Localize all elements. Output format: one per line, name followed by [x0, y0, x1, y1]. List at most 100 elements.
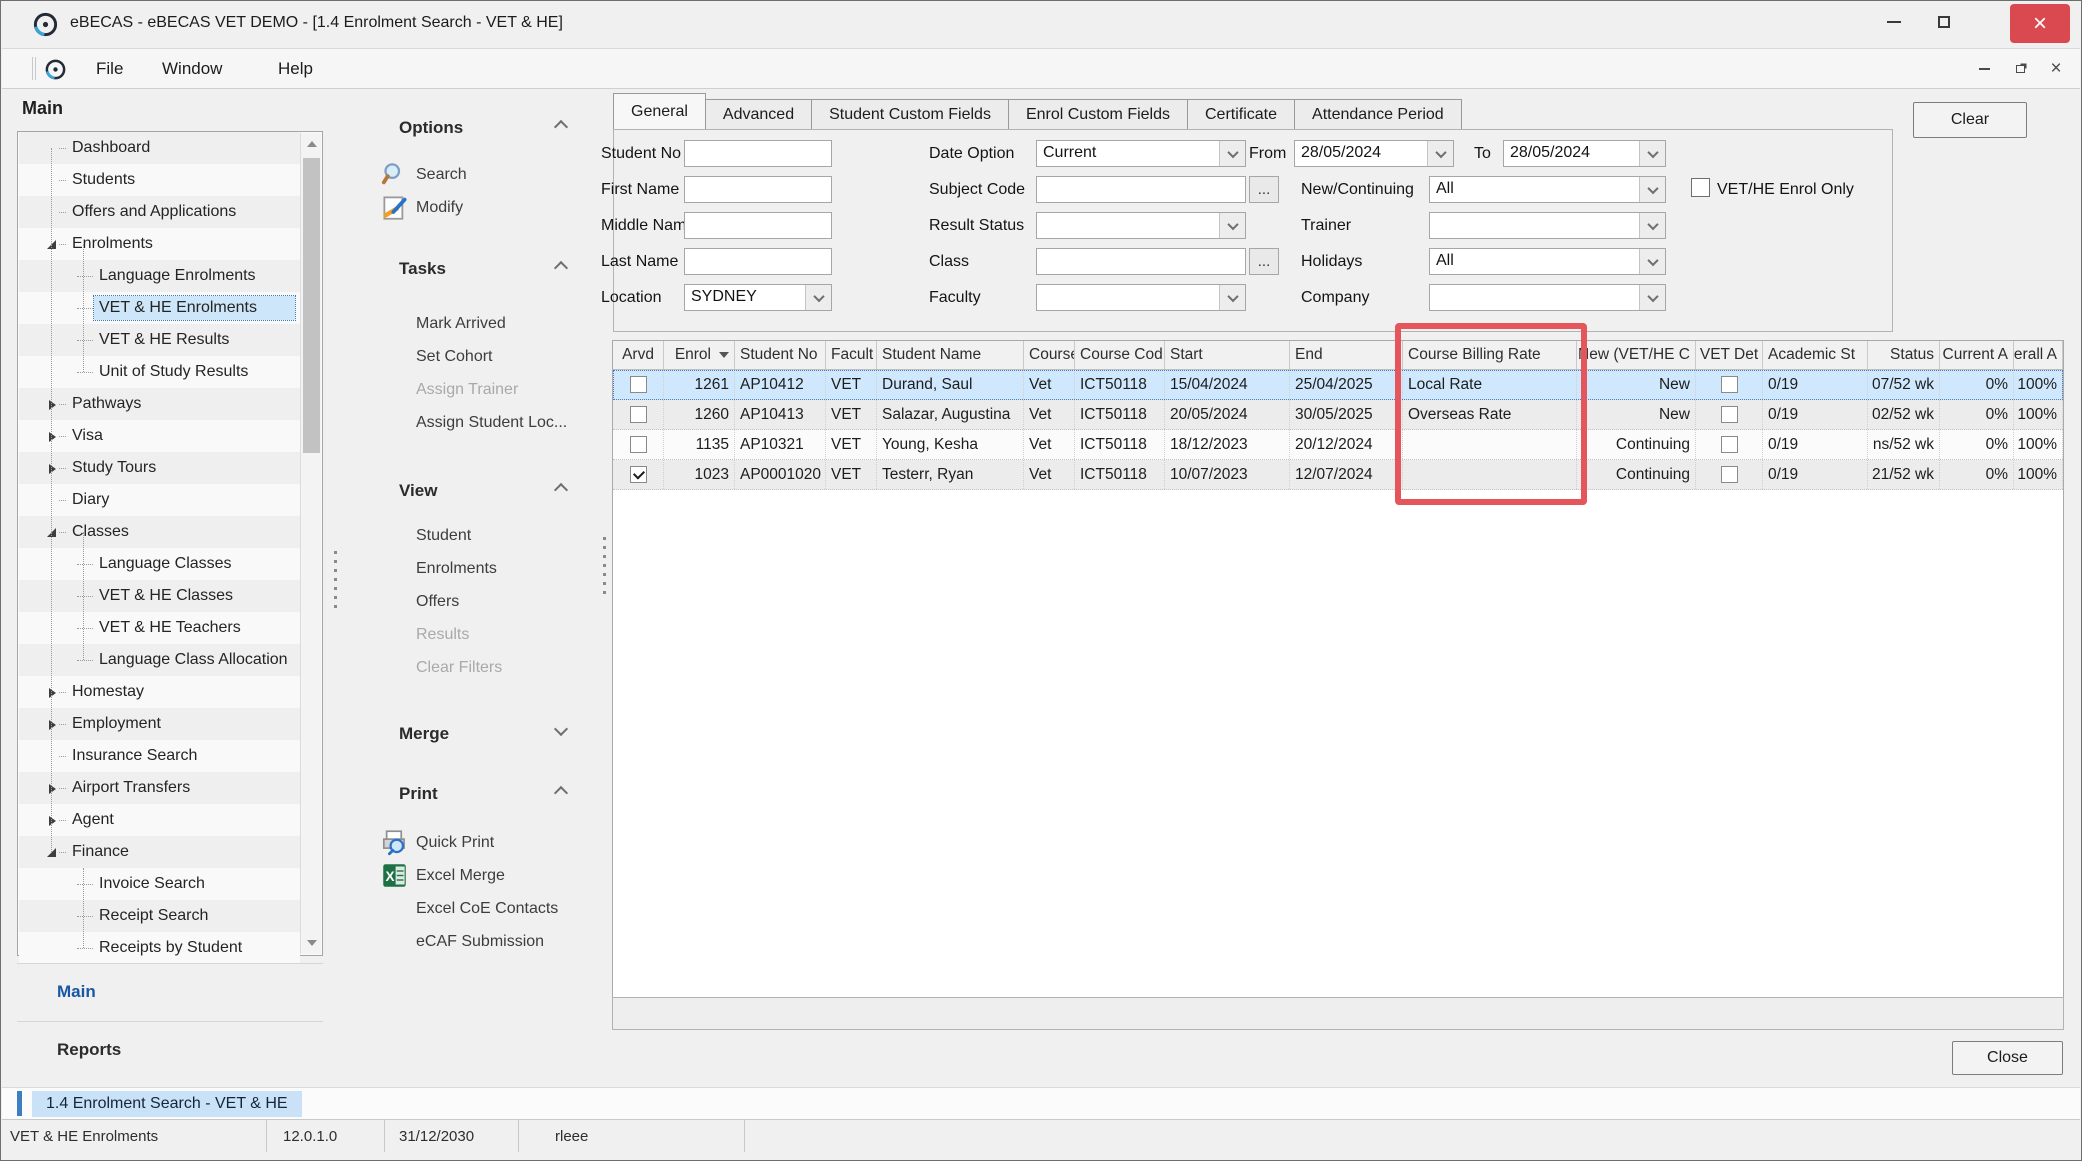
first-name-input[interactable] [684, 176, 832, 203]
table-row[interactable]: 1135 AP10321 VET Young, Kesha Vet ICT501… [613, 430, 2063, 460]
col-current-att[interactable]: Current A [1940, 341, 2014, 369]
col-academic-status[interactable]: Academic St [1763, 341, 1868, 369]
subject-code-input[interactable] [1036, 176, 1246, 203]
sidebar-item-students[interactable]: Students [19, 164, 300, 196]
expander-open-icon[interactable] [46, 846, 59, 859]
class-lookup-button[interactable]: ... [1249, 248, 1279, 275]
action-mark-arrived[interactable]: Mark Arrived [416, 311, 506, 337]
close-button[interactable]: Close [1952, 1041, 2063, 1075]
expander-closed-icon[interactable] [46, 814, 59, 827]
sidebar-item-agent[interactable]: Agent [19, 804, 300, 836]
maximize-button[interactable] [1920, 1, 1968, 43]
expander-closed-icon[interactable] [46, 782, 59, 795]
sidebar-item-vet-he-enrolments[interactable]: VET & HE Enrolments [19, 292, 300, 324]
arrived-checkbox[interactable] [630, 436, 647, 453]
action-assign-student-location[interactable]: Assign Student Loc... [416, 410, 567, 436]
sidebar-section-reports[interactable]: Reports [17, 1021, 323, 1077]
col-status[interactable]: Status [1868, 341, 1940, 369]
sidebar-item-enrolments[interactable]: Enrolments [19, 228, 300, 260]
faculty-select[interactable] [1036, 284, 1246, 311]
vet-details-checkbox[interactable] [1721, 436, 1738, 453]
action-modify[interactable]: Modify [416, 195, 463, 221]
close-window-button[interactable]: × [2010, 4, 2070, 43]
sidebar-item-insurance-search[interactable]: Insurance Search [19, 740, 300, 772]
holidays-select[interactable]: All [1429, 248, 1666, 275]
splitter-handle[interactable] [334, 551, 337, 609]
scroll-thumb[interactable] [303, 158, 320, 453]
clear-button[interactable]: Clear [1913, 102, 2027, 138]
company-select[interactable] [1429, 284, 1666, 311]
sidebar-section-main[interactable]: Main [17, 963, 323, 1019]
sidebar-item-language-enrolments[interactable]: Language Enrolments [19, 260, 300, 292]
scroll-down-icon[interactable] [301, 932, 322, 954]
action-excel-merge[interactable]: Excel Merge [416, 863, 505, 889]
sidebar-item-study-tours[interactable]: Study Tours [19, 452, 300, 484]
mdi-close-icon[interactable]: × [2046, 59, 2066, 79]
action-excel-coe-contacts[interactable]: Excel CoE Contacts [416, 896, 558, 922]
mdi-minimize-icon[interactable] [1974, 59, 1994, 79]
col-enrol[interactable]: Enrol [664, 341, 735, 369]
trainer-select[interactable] [1429, 212, 1666, 239]
date-option-select[interactable]: Current [1036, 140, 1246, 167]
col-arvd[interactable]: Arvd [613, 341, 664, 369]
section-tasks[interactable]: Tasks [399, 259, 574, 279]
expander-closed-icon[interactable] [46, 686, 59, 699]
new-continuing-select[interactable]: All [1429, 176, 1666, 203]
tab-enrol-custom-fields[interactable]: Enrol Custom Fields [1009, 99, 1188, 130]
expander-closed-icon[interactable] [46, 462, 59, 475]
sidebar-item-unit-of-study-results[interactable]: Unit of Study Results [19, 356, 300, 388]
expander-open-icon[interactable] [46, 238, 59, 251]
table-row[interactable]: 1260 AP10413 VET Salazar, Augustina Vet … [613, 400, 2063, 430]
student-no-input[interactable] [684, 140, 832, 167]
arrived-checkbox-checked[interactable] [630, 466, 647, 483]
section-merge[interactable]: Merge [399, 724, 574, 744]
action-search[interactable]: Search [416, 162, 467, 188]
tab-student-custom-fields[interactable]: Student Custom Fields [812, 99, 1009, 130]
document-tab[interactable]: 1.4 Enrolment Search - VET & HE [32, 1091, 302, 1117]
sidebar-item-finance[interactable]: Finance [19, 836, 300, 868]
sidebar-item-diary[interactable]: Diary [19, 484, 300, 516]
action-quick-print[interactable]: Quick Print [416, 830, 494, 856]
action-view-enrolments[interactable]: Enrolments [416, 556, 497, 582]
sidebar-item-offers-applications[interactable]: Offers and Applications [19, 196, 300, 228]
col-course[interactable]: Course [1024, 341, 1075, 369]
sidebar-item-dashboard[interactable]: Dashboard [19, 132, 300, 164]
action-ecaf-submission[interactable]: eCAF Submission [416, 929, 544, 955]
arrived-checkbox[interactable] [630, 376, 647, 393]
action-set-cohort[interactable]: Set Cohort [416, 344, 492, 370]
tree-scrollbar[interactable] [300, 133, 321, 954]
expander-closed-icon[interactable] [46, 718, 59, 731]
sidebar-item-employment[interactable]: Employment [19, 708, 300, 740]
expander-closed-icon[interactable] [46, 398, 59, 411]
sidebar-item-language-classes[interactable]: Language Classes [19, 548, 300, 580]
expander-closed-icon[interactable] [46, 430, 59, 443]
col-student-no[interactable]: Student No [735, 341, 826, 369]
col-start[interactable]: Start [1165, 341, 1290, 369]
vet-details-checkbox[interactable] [1721, 406, 1738, 423]
col-end[interactable]: End [1290, 341, 1403, 369]
sidebar-item-vet-he-teachers[interactable]: VET & HE Teachers [19, 612, 300, 644]
sidebar-item-homestay[interactable]: Homestay [19, 676, 300, 708]
scroll-up-icon[interactable] [301, 133, 322, 155]
table-row[interactable]: 1023 AP0001020 VET Testerr, Ryan Vet ICT… [613, 460, 2063, 490]
class-input[interactable] [1036, 248, 1246, 275]
sidebar-item-pathways[interactable]: Pathways [19, 388, 300, 420]
sidebar-item-receipts-by-student[interactable]: Receipts by Student [19, 932, 300, 964]
last-name-input[interactable] [684, 248, 832, 275]
vet-details-checkbox[interactable] [1721, 376, 1738, 393]
tab-general[interactable]: General [613, 93, 706, 130]
tab-advanced[interactable]: Advanced [706, 99, 812, 130]
location-select[interactable]: SYDNEY [684, 284, 832, 311]
menu-help[interactable]: Help [264, 49, 327, 88]
menu-file[interactable]: File [82, 49, 137, 88]
section-options[interactable]: Options [399, 118, 574, 138]
col-course-billing-rate[interactable]: Course Billing Rate [1403, 341, 1577, 369]
minimize-button[interactable] [1870, 1, 1918, 43]
tab-certificate[interactable]: Certificate [1188, 99, 1295, 130]
section-view[interactable]: View [399, 481, 574, 501]
col-student-name[interactable]: Student Name [877, 341, 1024, 369]
col-overall-att[interactable]: Overall A [2014, 341, 2063, 369]
sidebar-item-receipt-search[interactable]: Receipt Search [19, 900, 300, 932]
vet-he-enrol-only-checkbox[interactable] [1691, 178, 1710, 197]
sidebar-item-invoice-search[interactable]: Invoice Search [19, 868, 300, 900]
